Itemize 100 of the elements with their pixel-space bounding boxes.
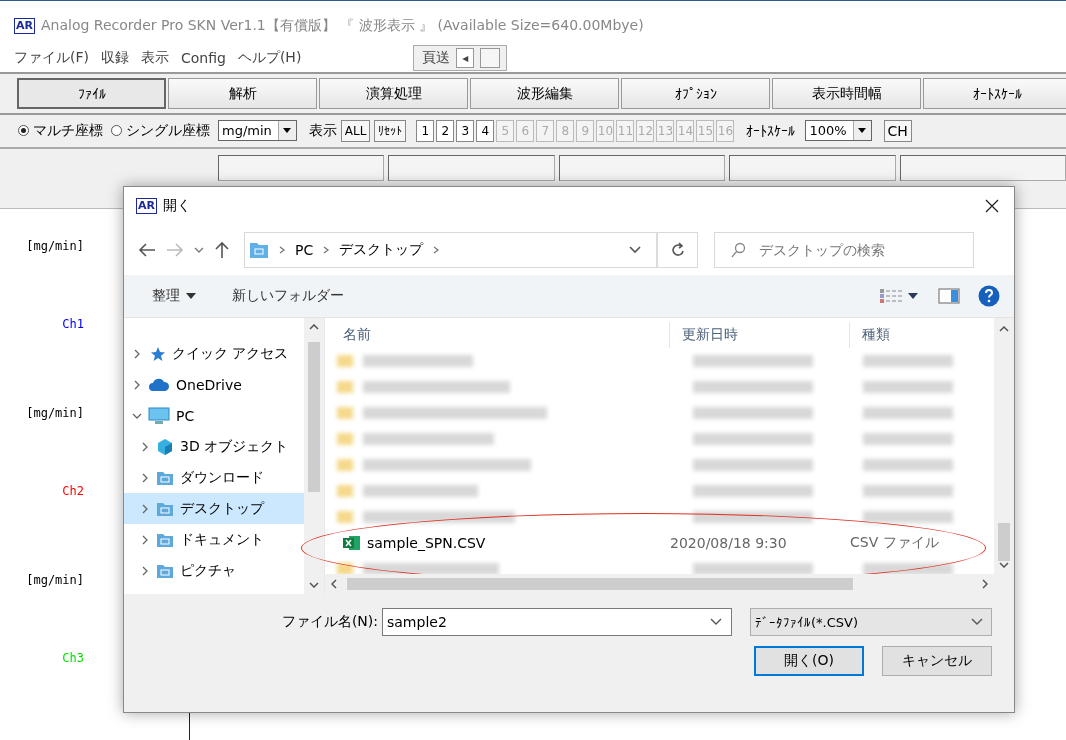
cube-icon <box>156 437 174 456</box>
column-header[interactable]: 名前 <box>325 322 670 348</box>
caret-icon[interactable] <box>186 293 196 299</box>
window-title: Analog Recorder Pro SKN Ver1.1【有償版】 『 波形表示 』 (Available Size=640.00Mbye) <box>41 17 644 35</box>
address-bar[interactable]: PC デスクトップ <box>244 232 658 268</box>
unit-label: [mg/min] <box>26 239 84 255</box>
tree-item[interactable]: ピクチャ <box>124 555 304 586</box>
collapsed-chevron-icon[interactable] <box>132 348 142 359</box>
ch-button[interactable]: CH <box>883 119 912 142</box>
star-icon <box>148 345 166 362</box>
tree-item[interactable]: OneDrive <box>124 369 304 400</box>
scroll-thumb[interactable] <box>998 523 1010 561</box>
recent-dropdown-icon[interactable] <box>194 247 204 253</box>
blurred-file-icon <box>337 511 353 523</box>
radio-label[interactable]: マルチ座標 <box>33 121 103 140</box>
tree-item[interactable]: ダウンロード <box>124 462 304 493</box>
scroll-thumb[interactable] <box>347 578 853 590</box>
tree-item[interactable]: クイック アクセス <box>124 338 304 369</box>
file-type-dropdown[interactable]: ﾃﾞｰﾀﾌｧｲﾙ(*.CSV) <box>750 608 992 636</box>
collapsed-chevron-icon[interactable] <box>140 503 150 514</box>
column-header[interactable]: 種類 <box>850 322 994 348</box>
scroll-right-icon[interactable] <box>982 579 988 589</box>
scroll-up-icon[interactable] <box>999 326 1009 332</box>
tree-item[interactable]: 3D オブジェクト <box>124 431 304 462</box>
all-button[interactable]: ALL <box>340 119 371 142</box>
collapsed-chevron-icon[interactable] <box>132 379 142 390</box>
preview-pane-icon[interactable] <box>938 288 960 304</box>
tree-item[interactable]: デスクトップ <box>124 493 304 524</box>
open-button[interactable]: 開く(O) <box>754 646 864 676</box>
folder-icon <box>156 469 174 486</box>
channel-button[interactable]: 3 <box>456 119 475 142</box>
scroll-down-icon[interactable] <box>999 562 1009 568</box>
radio-label[interactable]: シングル座標 <box>126 121 210 140</box>
scroll-left-button[interactable]: ◂ <box>456 47 475 68</box>
dropdown-arrow-icon[interactable] <box>858 128 867 134</box>
collapsed-chevron-icon[interactable] <box>140 565 150 576</box>
collapsed-chevron-icon[interactable] <box>140 441 150 452</box>
unit-label: [mg/min] <box>26 573 84 589</box>
scrollbar[interactable] <box>325 574 1014 594</box>
channel-button[interactable]: 2 <box>436 119 455 142</box>
toolbar-button[interactable]: 表示時間幅 <box>772 78 921 110</box>
breadcrumb[interactable]: デスクトップ <box>339 241 424 259</box>
blurred-file-icon <box>337 433 353 445</box>
refresh-button[interactable] <box>658 232 698 268</box>
reset-button[interactable]: ﾘｾｯﾄ <box>374 119 407 142</box>
scrollbar[interactable] <box>994 318 1014 574</box>
toolbar-button[interactable]: 演算処理 <box>319 78 468 110</box>
chevron-icon[interactable] <box>277 245 287 255</box>
channel-button[interactable]: 4 <box>476 119 495 142</box>
file-name-label: ファイル名(N): <box>281 613 378 631</box>
tree-item[interactable]: ドキュメント <box>124 524 304 555</box>
scroll-down-icon[interactable] <box>309 582 319 588</box>
radio-button[interactable] <box>111 125 122 137</box>
menu-item[interactable]: ヘルプ(H) <box>237 48 310 67</box>
scrollbar[interactable] <box>304 318 324 594</box>
close-icon[interactable] <box>984 198 1000 214</box>
scroll-thumb[interactable] <box>308 342 320 492</box>
toolbar-button[interactable]: ﾌｧｲﾙ <box>17 78 166 110</box>
refresh-icon[interactable] <box>669 242 686 258</box>
file-name-field[interactable]: sample2 <box>382 608 732 636</box>
scroll-left-icon[interactable] <box>331 579 337 589</box>
scroll-thumb[interactable] <box>480 47 501 68</box>
toolbar-button[interactable]: 解析 <box>168 78 317 110</box>
view-options-icon[interactable] <box>880 289 920 303</box>
new-folder-button[interactable]: 新しいフォルダー <box>228 285 348 307</box>
tree-item[interactable]: PC <box>124 400 304 431</box>
toolbar-button[interactable]: 波形編集 <box>470 78 619 110</box>
blurred-file-icon <box>337 355 353 367</box>
blurred-file-icon <box>337 459 353 471</box>
collapsed-chevron-icon[interactable] <box>140 472 150 483</box>
autoscale-dropdown[interactable]: 100% <box>805 120 872 142</box>
dropdown-arrow-icon[interactable] <box>283 128 292 134</box>
search-field[interactable]: デスクトップの検索 <box>714 232 974 268</box>
folder-icon <box>249 241 269 259</box>
menu-item[interactable]: 表示 <box>141 48 177 67</box>
cancel-button[interactable]: キャンセル <box>882 646 992 676</box>
toolbar-button[interactable]: ｵﾌﾟｼｮﾝ <box>621 78 770 110</box>
folder-icon <box>156 562 174 579</box>
channel-button[interactable]: 1 <box>416 119 435 142</box>
menu-item[interactable]: Config <box>181 49 234 66</box>
scroll-up-icon[interactable] <box>309 324 319 330</box>
menu-item[interactable]: ファイル(F) <box>14 48 97 67</box>
blurred-file-icon <box>337 407 353 419</box>
autoscale-label: ｵｰﾄｽｹｰﾙ <box>746 122 796 139</box>
blurred-file-icon <box>337 563 353 574</box>
app-logo: AR <box>14 18 35 34</box>
file-name[interactable]: sample_SPN.CSV <box>367 535 486 551</box>
column-header[interactable]: 更新日時 <box>670 322 850 348</box>
unit-dropdown[interactable]: mg/min <box>218 120 297 142</box>
help-icon[interactable] <box>978 285 1000 307</box>
menu-item[interactable]: 収録 <box>101 48 137 67</box>
file-date: 2020/08/18 9:30 <box>669 535 788 551</box>
toolbar-button[interactable]: ｵｰﾄｽｹｰﾙ <box>923 78 1066 110</box>
collapsed-chevron-icon[interactable] <box>140 534 150 545</box>
show-label: 表示 <box>308 121 337 140</box>
up-icon[interactable] <box>214 241 230 259</box>
radio-button[interactable] <box>18 125 29 137</box>
back-icon[interactable] <box>138 242 156 258</box>
organize-button[interactable]: 整理 <box>148 285 200 307</box>
breadcrumb[interactable]: PC <box>295 242 314 258</box>
